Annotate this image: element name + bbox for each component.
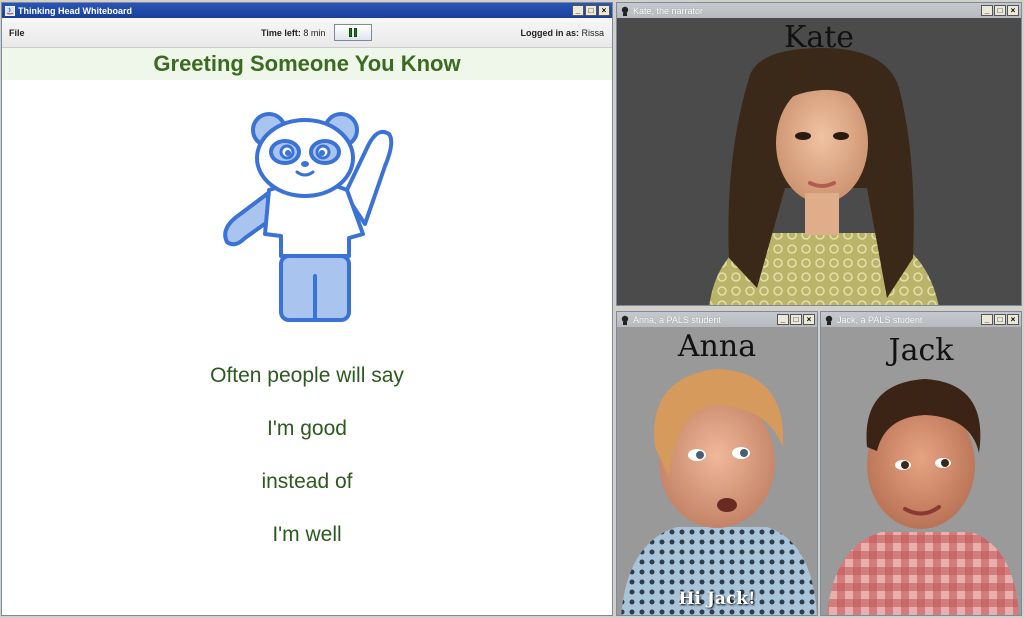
kate-avatar-view: Kate <box>617 18 1021 305</box>
close-button[interactable]: × <box>803 314 815 325</box>
kate-name-label: Kate <box>783 20 855 55</box>
whiteboard-menubar: File Time left: 8 min Logged in as: Riss… <box>2 18 612 48</box>
jack-avatar-render <box>827 379 1019 615</box>
maximize-button[interactable]: □ <box>994 5 1006 16</box>
close-button[interactable]: × <box>1007 5 1019 16</box>
pause-icon <box>349 28 352 37</box>
whiteboard-titlebar[interactable]: Thinking Head Whiteboard _ □ × <box>2 3 612 18</box>
anna-name-label: Anna <box>677 329 757 364</box>
lesson-line-1: Often people will say <box>210 364 404 387</box>
logged-in-as: Logged in as: Rissa <box>520 28 604 38</box>
anna-title: Anna, a PALS student <box>633 314 721 325</box>
logged-in-label: Logged in as: <box>520 28 579 38</box>
file-menu[interactable]: File <box>9 28 25 38</box>
time-left-value: 8 min <box>303 28 326 38</box>
jack-avatar-view: Jack <box>821 327 1021 615</box>
kate-title: Kate, the narrator <box>633 5 704 16</box>
jack-name-label: Jack <box>888 333 954 368</box>
minimize-button[interactable]: _ <box>572 5 584 16</box>
anna-window: Anna, a PALS student _ □ × Anna Hi Jack! <box>616 311 818 616</box>
close-button[interactable]: × <box>1007 314 1019 325</box>
maximize-button[interactable]: □ <box>585 5 597 16</box>
whiteboard-window: Thinking Head Whiteboard _ □ × File Time… <box>1 2 613 616</box>
lesson-line-4: I'm well <box>272 523 342 546</box>
lesson-line-3: instead of <box>261 470 353 493</box>
anna-avatar-view: Anna Hi Jack! <box>617 327 817 615</box>
minimize-button[interactable]: _ <box>981 314 993 325</box>
lesson-line-2: I'm good <box>267 417 347 440</box>
time-left: Time left: 8 min <box>261 28 325 38</box>
jack-title: Jack, a PALS student <box>837 314 923 325</box>
lesson-title: Greeting Someone You Know <box>2 48 612 80</box>
anna-speech-caption: Hi Jack! <box>678 589 756 609</box>
close-button[interactable]: × <box>598 5 610 16</box>
kate-avatar-render <box>709 48 939 305</box>
kate-window: Kate, the narrator _ □ × Kate <box>616 2 1022 306</box>
anna-titlebar[interactable]: Anna, a PALS student _ □ × <box>617 312 817 327</box>
pause-button[interactable] <box>334 24 372 41</box>
maximize-button[interactable]: □ <box>790 314 802 325</box>
jack-titlebar[interactable]: Jack, a PALS student _ □ × <box>821 312 1021 327</box>
anna-avatar-render <box>621 369 817 615</box>
kate-titlebar[interactable]: Kate, the narrator _ □ × <box>617 3 1021 18</box>
head-app-icon <box>619 314 630 325</box>
pause-icon-bar <box>354 28 357 37</box>
head-app-icon <box>619 5 630 16</box>
java-app-icon <box>4 5 15 16</box>
head-app-icon <box>823 314 834 325</box>
minimize-button[interactable]: _ <box>777 314 789 325</box>
maximize-button[interactable]: □ <box>994 314 1006 325</box>
waving-panda-illustration <box>223 112 394 322</box>
time-left-label: Time left: <box>261 28 301 38</box>
minimize-button[interactable]: _ <box>981 5 993 16</box>
whiteboard-title: Thinking Head Whiteboard <box>18 5 132 16</box>
jack-window: Jack, a PALS student _ □ × Jack <box>820 311 1022 616</box>
logged-in-user: Rissa <box>581 28 604 38</box>
